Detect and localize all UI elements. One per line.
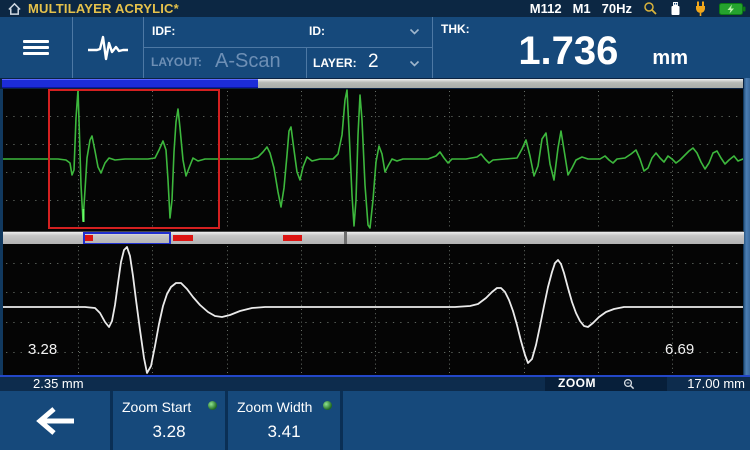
thk-unit: mm	[652, 47, 688, 70]
zoom-width-value: 3.41	[228, 422, 340, 442]
thickness-readout: THK: 1.736 mm	[433, 17, 750, 78]
range-scrollbar[interactable]	[3, 231, 744, 244]
waveform-icon	[86, 34, 130, 62]
layer-mark	[283, 235, 302, 241]
status-bar: MULTILAYER ACRYLIC* M112 M1 70Hz	[0, 0, 750, 17]
zoom-end-readout: 6.69	[665, 341, 694, 358]
layout-value: A-Scan	[215, 50, 281, 73]
magnifier-icon	[643, 1, 658, 16]
ascan-view-button[interactable]	[73, 17, 143, 78]
side-scrollbar[interactable]	[744, 78, 750, 375]
layer-dropdown[interactable]: LAYER: 2	[307, 48, 432, 78]
progress-track	[258, 79, 743, 88]
layer-mark	[173, 235, 193, 241]
power-plug-icon	[693, 1, 708, 16]
knob-adjust-icon	[208, 401, 217, 410]
usb-icon	[669, 1, 682, 16]
range-max-label: 17.00 mm	[687, 376, 745, 391]
thickness-gauge-screen: MULTILAYER ACRYLIC* M112 M1 70Hz	[0, 0, 750, 450]
probe-model: M112	[530, 1, 562, 16]
hamburger-icon	[23, 40, 49, 55]
back-arrow-icon	[32, 403, 78, 439]
layer-value: 2	[368, 51, 379, 73]
battery-icon	[719, 2, 746, 16]
chevron-down-icon	[409, 28, 420, 36]
control-bar: IDF: ID: LAYOUT: A-Scan LAYER: 2 THK:	[0, 17, 750, 78]
ascan-full-display	[3, 89, 743, 231]
layout-label: LAYOUT:	[151, 55, 202, 69]
zoom-start-readout: 3.28	[28, 341, 57, 358]
layout-field: LAYOUT: A-Scan	[144, 48, 305, 78]
zoom-start-label: Zoom Start	[122, 399, 191, 415]
mode-indicator: M1	[573, 1, 591, 16]
zoom-magnifier-icon	[623, 378, 635, 390]
thk-label: THK:	[441, 22, 470, 36]
id-label: ID:	[309, 24, 325, 38]
status-indicators: M112 M1 70Hz	[530, 1, 750, 16]
file-title: MULTILAYER ACRYLIC*	[28, 1, 179, 16]
knob-adjust-icon	[323, 401, 332, 410]
freq-indicator: 70Hz	[602, 1, 632, 16]
zoom-mode-button[interactable]: ZOOM	[545, 377, 667, 391]
range-min-label: 2.35 mm	[33, 376, 84, 391]
ascan-zoom-display: 3.28 6.69	[3, 244, 743, 375]
range-info-strip: 2.35 mm ZOOM 17.00 mm	[0, 377, 750, 391]
zoom-start-value: 3.28	[113, 422, 225, 442]
progress-fill	[2, 79, 258, 88]
menu-button[interactable]	[0, 17, 72, 78]
zoom-width-label: Zoom Width	[237, 399, 312, 415]
zoom-mode-label: ZOOM	[558, 376, 596, 390]
id-dropdown[interactable]: IDF: ID:	[144, 17, 432, 48]
ascan-trace	[3, 90, 743, 228]
zoom-start-button[interactable]: Zoom Start 3.28	[113, 391, 225, 450]
id-progress-strip	[0, 78, 750, 89]
idf-label: IDF:	[152, 24, 175, 38]
home-icon[interactable]	[7, 2, 22, 16]
thk-value: 1.736	[518, 31, 618, 71]
ascan-trace	[3, 247, 743, 373]
chevron-down-icon	[409, 60, 420, 68]
layer-label: LAYER:	[313, 56, 357, 70]
divider	[340, 391, 343, 450]
bottom-control-bar: Zoom Start 3.28 Zoom Width 3.41	[0, 391, 750, 450]
back-button[interactable]	[0, 391, 110, 450]
id-panel: IDF: ID: LAYOUT: A-Scan LAYER: 2	[144, 17, 432, 78]
zoom-width-button[interactable]: Zoom Width 3.41	[228, 391, 340, 450]
